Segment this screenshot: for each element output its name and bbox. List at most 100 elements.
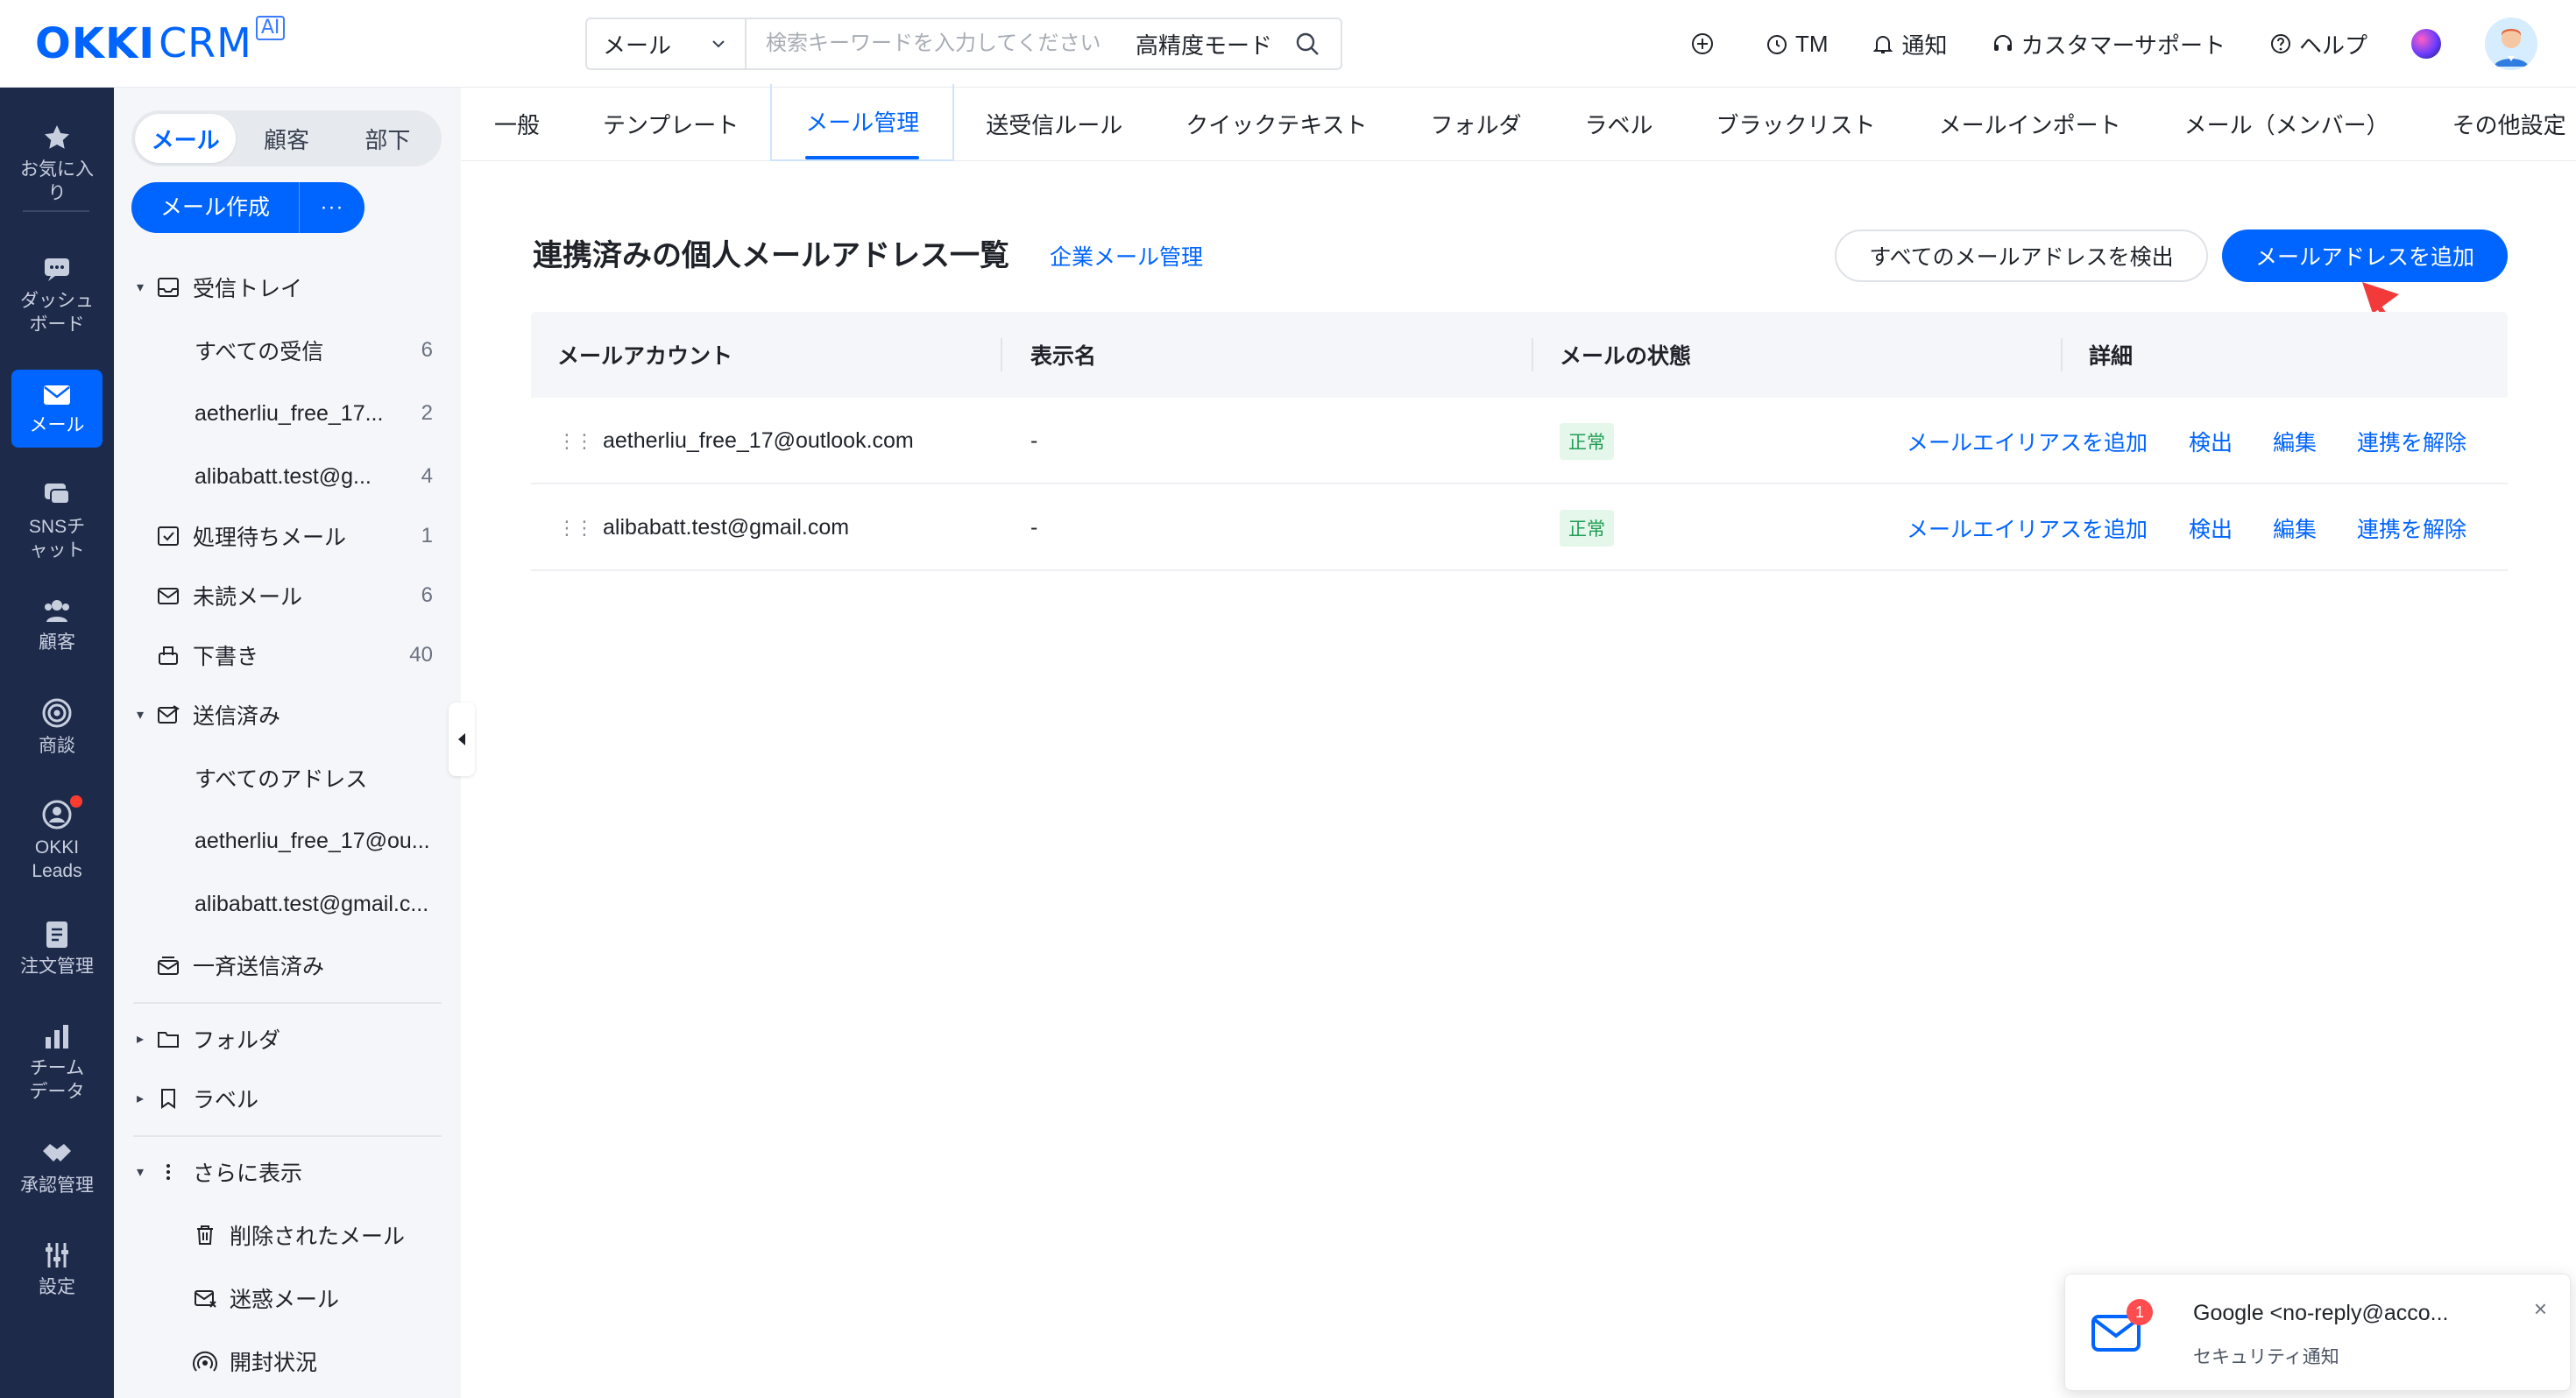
nav-item-settings[interactable]: 設定 <box>0 1240 114 1299</box>
add-button[interactable] <box>1690 32 1722 56</box>
tab-quick-text[interactable]: クイックテキスト <box>1154 88 1398 161</box>
help-button[interactable]: ヘルプ <box>2269 28 2367 60</box>
nav-item-approvals[interactable]: 承認管理 <box>0 1139 114 1197</box>
bulk-sent-icon <box>158 957 179 975</box>
tab-mail-members[interactable]: メール（メンバー） <box>2153 88 2421 161</box>
tab-other-settings[interactable]: その他設定 <box>2421 88 2576 161</box>
tab-mail-import[interactable]: メールインポート <box>1907 88 2153 161</box>
drag-handle-icon[interactable]: ⋮⋮ <box>557 430 594 453</box>
unlink-link[interactable]: 連携を解除 <box>2357 484 2466 571</box>
nav-item-mail[interactable]: メール <box>11 370 103 448</box>
tree-inbox-all[interactable]: すべての受信 6 <box>114 326 461 375</box>
segment-mail[interactable]: メール <box>135 114 237 163</box>
tree-inbox-account-2-count: 4 <box>421 464 433 488</box>
caret-down-icon[interactable]: ▾ <box>137 1163 149 1181</box>
tree-inbox-account-2-label: alibabatt.test@g... <box>195 463 372 489</box>
nav-item-team-data[interactable]: チームデータ <box>0 1021 114 1104</box>
logo-ai-badge: AI <box>255 16 286 40</box>
tree-unread[interactable]: 未読メール 6 <box>114 571 461 620</box>
tab-folders[interactable]: フォルダ <box>1399 88 1553 161</box>
nav-item-dashboard[interactable]: ダッシュボード <box>0 254 114 336</box>
tree-sent-account-2[interactable]: alibabatt.test@gmail.c... <box>114 879 461 928</box>
caret-down-icon[interactable]: ▾ <box>137 279 149 296</box>
nav-item-favorites[interactable]: お気に入り <box>0 123 114 205</box>
okki-crm-logo[interactable]: OKKI CRM AI <box>35 16 286 68</box>
detect-link[interactable]: 検出 <box>2189 484 2233 571</box>
tree-opens[interactable]: 開封状況 <box>114 1337 461 1386</box>
tree-inbox[interactable]: ▾ 受信トレイ <box>114 263 461 312</box>
trash-icon <box>197 1225 213 1245</box>
segment-customers[interactable]: 顧客 <box>236 114 336 163</box>
caret-right-icon[interactable]: ▸ <box>137 1090 149 1107</box>
nav-label-deals: 商談 <box>39 736 75 756</box>
main-nav: お気に入り ダッシュボード メール SNSチャット 顧客 商談 OKKI Lea… <box>0 88 114 1398</box>
add-alias-link[interactable]: メールエイリアスを追加 <box>1907 398 2148 484</box>
row-account: aetherliu_free_17@outlook.com <box>603 428 914 453</box>
caret-right-icon[interactable]: ▸ <box>137 1030 149 1048</box>
tree-inbox-account-2[interactable]: alibabatt.test@g... 4 <box>114 452 461 501</box>
add-alias-link[interactable]: メールエイリアスを追加 <box>1907 484 2148 571</box>
edit-link[interactable]: 編集 <box>2273 484 2317 571</box>
enterprise-mail-link[interactable]: 企業メール管理 <box>1050 240 1203 272</box>
tree-sent[interactable]: ▾ 送信済み <box>114 690 461 739</box>
add-mail-address-button[interactable]: メールアドレスを追加 <box>2222 229 2508 282</box>
search-scope-select[interactable]: メール <box>587 19 747 68</box>
tree-deleted[interactable]: 削除されたメール <box>114 1211 461 1260</box>
mail-sidebar: メール 顧客 部下 メール作成 ··· ▾ 受信トレイ すべての受信 6 aet… <box>114 88 461 1398</box>
nav-item-customers[interactable]: 顧客 <box>0 596 114 654</box>
sidebar-collapse-button[interactable] <box>449 703 475 776</box>
help-icon <box>2270 34 2290 53</box>
nav-item-okki-leads[interactable]: OKKI Leads <box>0 795 114 883</box>
user-avatar[interactable] <box>2485 18 2537 70</box>
caret-down-icon[interactable]: ▾ <box>137 706 149 724</box>
tree-drafts[interactable]: 下書き 40 <box>114 631 461 680</box>
ai-assistant-icon[interactable] <box>2411 29 2441 59</box>
tree-labels[interactable]: ▸ ラベル <box>114 1074 461 1123</box>
chevron-down-icon <box>712 40 725 48</box>
tree-bulk-sent[interactable]: 一斉送信済み <box>114 941 461 990</box>
table-row: ⋮⋮ aetherliu_free_17@outlook.com - 正常 メー… <box>531 398 2508 484</box>
tree-inbox-account-1[interactable]: aetherliu_free_17... 2 <box>114 389 461 438</box>
column-header-details: 詳細 <box>2089 344 2134 369</box>
unlink-link[interactable]: 連携を解除 <box>2357 398 2466 484</box>
tab-blacklist[interactable]: ブラックリスト <box>1685 88 1907 161</box>
customer-support-button[interactable]: カスタマーサポート <box>1992 28 2226 60</box>
mail-notification-toast[interactable]: 1 Google <no-reply@acco... セキュリティ通知 × <box>2064 1274 2571 1391</box>
nav-item-deals[interactable]: 商談 <box>0 697 114 758</box>
tm-button[interactable]: TM <box>1766 31 1828 58</box>
pending-mail-icon <box>158 526 179 546</box>
edit-link[interactable]: 編集 <box>2273 398 2317 484</box>
tab-general[interactable]: 一般 <box>461 88 571 161</box>
tree-pending[interactable]: 処理待ちメール 1 <box>114 512 461 561</box>
tree-sent-account-1[interactable]: aetherliu_free_17@ou... <box>114 816 461 865</box>
chat-icon <box>45 484 70 505</box>
tab-mail-management[interactable]: メール管理 <box>770 83 955 161</box>
search-input[interactable] <box>747 19 1136 68</box>
tree-sent-all[interactable]: すべてのアドレス <box>114 753 461 802</box>
nav-item-orders[interactable]: 注文管理 <box>0 920 114 978</box>
folder-icon <box>158 1032 179 1048</box>
tab-send-receive-rules[interactable]: 送受信ルール <box>954 88 1154 161</box>
compose-more-button[interactable]: ··· <box>300 195 364 220</box>
compose-group: メール作成 ··· <box>131 182 364 233</box>
tab-templates[interactable]: テンプレート <box>571 88 770 161</box>
detect-link[interactable]: 検出 <box>2189 398 2233 484</box>
row-display-name: - <box>1030 428 1038 453</box>
nav-item-sns-chat[interactable]: SNSチャット <box>0 480 114 562</box>
notification-button[interactable]: 通知 <box>1872 28 1948 60</box>
customers-icon <box>45 600 69 622</box>
tree-more[interactable]: ▾ さらに表示 <box>114 1147 461 1197</box>
segment-subordinates[interactable]: 部下 <box>337 114 438 163</box>
detect-all-button[interactable]: すべてのメールアドレスを検出 <box>1835 229 2208 282</box>
tree-folders[interactable]: ▸ フォルダ <box>114 1014 461 1063</box>
nav-divider <box>23 210 89 212</box>
search-mode-toggle[interactable]: 高精度モード <box>1136 28 1272 60</box>
drag-handle-icon[interactable]: ⋮⋮ <box>557 517 594 540</box>
order-icon <box>46 921 67 948</box>
tree-divider <box>133 1135 442 1137</box>
tab-labels[interactable]: ラベル <box>1553 88 1685 161</box>
tree-spam[interactable]: 迷惑メール <box>114 1274 461 1323</box>
close-icon[interactable]: × <box>2534 1296 2547 1323</box>
search-button[interactable] <box>1290 26 1325 61</box>
compose-button[interactable]: メール作成 <box>131 182 300 233</box>
